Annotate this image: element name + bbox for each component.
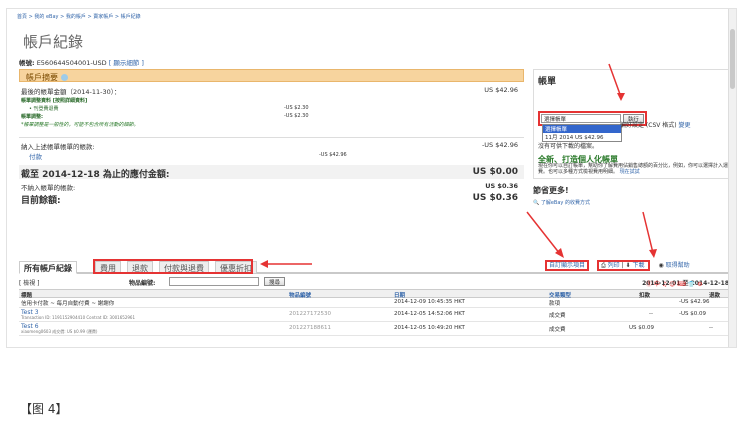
invoice-dropdown-list: 選擇帳單 11月 2014 US $42.96 [542,124,622,142]
print-icon: ⎙ [600,262,606,269]
table-row: Test 6 xiaomeng0603 成交價: US $0.99 (運費) 2… [19,322,733,336]
breadcrumb[interactable]: 首頁 > 我的 eBay > 我的帳戶 > 賣家帳戶 > 帳戶紀錄 [17,13,141,20]
summary-header: 帳戶摘要 [19,69,524,82]
item-number-input[interactable] [169,277,259,286]
download-icon: ⬇ [625,262,631,269]
print-download-group: ⎙ 列印 | ⬇ 下載 [596,260,651,271]
help-icon: ◉ [658,262,664,269]
tab-all-records[interactable]: 所有帳戶紀錄 [19,261,77,274]
table-row: 信用卡付款 ~ 每月自動付費 ~ 謝謝你 2014-12-09 10:45:35… [19,298,733,308]
download-link[interactable]: 下載 [633,262,645,269]
summary-row: 最後的帳單金額（2014-11-30）： US $42.96 [21,86,518,96]
invoice-select[interactable]: 選擇帳單 [541,114,621,123]
summary-sub-row: 帳單調整資料 [按照詳細資料] [21,98,88,104]
search-button[interactable]: 搜尋 [264,277,286,286]
fees-link[interactable]: 了解eBay 的收費方式 [541,200,590,206]
filter-bar: [ 檢視 ] 物品編號: 搜尋 2014-12-01 至 2014-12-18 [19,277,733,287]
summary-due-row: 截至 2014-12-18 為止的應付金額: US $0.00 [19,165,524,180]
table-header: 標題 物品編號 日期 交易類型 扣款 退款 [19,289,733,299]
custom-view-link[interactable]: 自訂顯示項目 [545,260,590,271]
view-link[interactable]: [ 檢視 ] [19,278,40,287]
promo-link[interactable]: 現在試試 [620,169,640,175]
table-row: Test 3 Transaction ID: 1191152904410 Con… [19,308,733,322]
screenshot-frame: 首頁 > 我的 eBay > 我的帳戶 > 賣家帳戶 > 帳戶紀錄 帳戶紀錄 帳… [6,8,737,348]
summary-sub-row: 帳單調整: -US $2.30 [21,113,309,120]
summary-row: 付款 -US $42.96 [29,152,347,161]
scrollbar-thumb[interactable] [730,29,735,89]
scrollbar[interactable] [728,9,736,347]
invoice-option[interactable]: 11月 2014 US $42.96 [543,133,621,141]
promo-text: 現在你可以自訂帳單，幫助你了解費用佔銷售總額的百分比，例如，你可以選擇計入運費。… [538,163,729,175]
print-link[interactable]: 列印 [608,262,620,269]
summary-title: 帳戶摘要 [26,73,58,82]
save-more-row: 🔍 了解eBay 的收費方式 [533,199,733,206]
item-number-label: 物品編號: [129,280,156,287]
save-more-title: 節省更多! [533,186,569,195]
no-bill-text: 沒有可供下載的檔案。 [538,143,599,150]
annotation-arrow [608,63,625,101]
table-tools: 自訂顯示項目 ⎙ 列印 | ⬇ 下載 ◉ 取得幫助 [545,260,690,271]
account-details-link[interactable]: [ 顯示細節 ] [109,59,144,67]
toolbar-popup: Ⓢ 中 ♫ ☺ ⌨ 👕 ⚙ [646,281,703,288]
account-label: 帳號: [19,59,35,67]
invoice-option[interactable]: 選擇帳單 [543,125,621,133]
magnifier-icon: 🔍 [533,200,540,206]
records-table: 標題 物品編號 日期 交易類型 扣款 退款 信用卡付款 ~ 每月自動付費 ~ 謝… [19,289,733,336]
summary-row: 不納入帳單的帳款: US $0.36 [21,182,518,192]
summary-sub-row: • 刊登費退費 -US $2.30 [29,105,309,112]
figure-caption: 【图 4】 [20,402,68,416]
summary-balance-row: 目前餘額: US $0.36 [21,193,518,206]
invoice-prefs: 偏好設定 (CSV 格式) 變更 [620,122,691,129]
tabs-highlight-box [93,259,253,274]
summary-note: *帳單調整是一般性的，可能不包含所有活動的細節。 [21,122,139,128]
sogou-s-icon: Ⓢ [646,281,653,288]
account-summary: 帳戶摘要 最後的帳單金額（2014-11-30）： US $42.96 帳單調整… [19,69,524,206]
page-title: 帳戶紀錄 [23,33,84,51]
help-circle-icon[interactable] [60,74,68,81]
help-link[interactable]: 取得幫助 [666,262,690,269]
change-link[interactable]: 變更 [679,122,691,129]
summary-row: 納入上述帳單帳單的帳款: -US $42.96 [19,137,524,151]
account-id: E560644504001-USD [36,59,107,67]
account-info: 帳號: E560644504001-USD [ 顯示細節 ] [19,57,144,67]
